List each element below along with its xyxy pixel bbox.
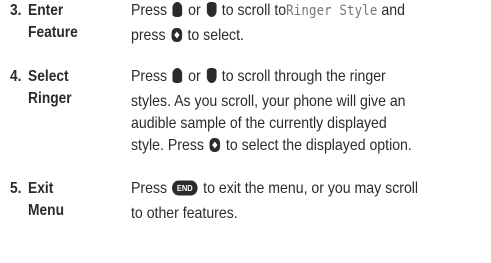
lcd-display-text: Ringer Style — [286, 3, 378, 19]
instruction-text: to scroll to — [221, 2, 287, 19]
instruction-text: and — [381, 2, 405, 19]
instruction-line: styles. As you scroll, your phone will g… — [131, 93, 406, 110]
instruction-text: Press — [131, 68, 168, 85]
instruction-text: style. Press — [131, 137, 204, 154]
step-number: 3. — [10, 2, 22, 19]
instruction-text: to select. — [187, 27, 244, 44]
instruction-line: Press or to scroll through the ringer — [131, 66, 488, 91]
scroll-down-key-icon — [206, 1, 217, 25]
step-title-line2: Feature — [28, 24, 78, 41]
scroll-up-key-icon — [172, 67, 183, 91]
instruction-text: Press — [131, 2, 168, 19]
scroll-down-key-icon — [206, 67, 217, 91]
step-title-line1: Exit — [28, 180, 54, 197]
instruction-line: Press or to scroll toRinger Style and — [131, 0, 488, 25]
instruction-text: press — [131, 27, 166, 44]
instruction-line: audible sample of the currently displaye… — [131, 115, 387, 132]
step-title-line1: Enter — [28, 2, 64, 19]
select-key-icon — [209, 137, 221, 160]
step-number: 5. — [10, 180, 22, 197]
step-title-line1: Select — [28, 68, 69, 85]
step-label: 3. Enter Feature — [10, 0, 105, 44]
step-title-line2: Menu — [28, 202, 64, 219]
instruction-text: Press — [131, 180, 168, 197]
instruction-line: to other features. — [131, 205, 238, 222]
instruction-text: to select the displayed option. — [225, 137, 412, 154]
step-label: 4. Select Ringer — [10, 66, 105, 110]
instruction-text: to exit the menu, or you may scroll — [203, 180, 419, 197]
instruction-line: style. Press to select the displayed opt… — [131, 135, 488, 160]
end-key-icon: END — [172, 180, 198, 203]
select-key-icon — [170, 27, 182, 50]
instruction-line: press to select. — [131, 25, 488, 50]
end-key-label: END — [177, 184, 193, 194]
step-instructions: Press END to exit the menu, or you may s… — [131, 178, 488, 225]
step-number: 4. — [10, 68, 22, 85]
instruction-text: to scroll through the ringer — [221, 68, 386, 85]
step-label: 5. Exit Menu — [10, 178, 105, 222]
step-title-line2: Ringer — [28, 90, 72, 107]
instruction-text: or — [188, 68, 201, 85]
step-instructions: Press or to scroll through the ringer st… — [131, 66, 488, 160]
scroll-up-key-icon — [172, 1, 183, 25]
instruction-line: Press END to exit the menu, or you may s… — [131, 178, 488, 203]
step-instructions: Press or to scroll toRinger Style and pr… — [131, 0, 488, 50]
instruction-text: or — [188, 2, 201, 19]
